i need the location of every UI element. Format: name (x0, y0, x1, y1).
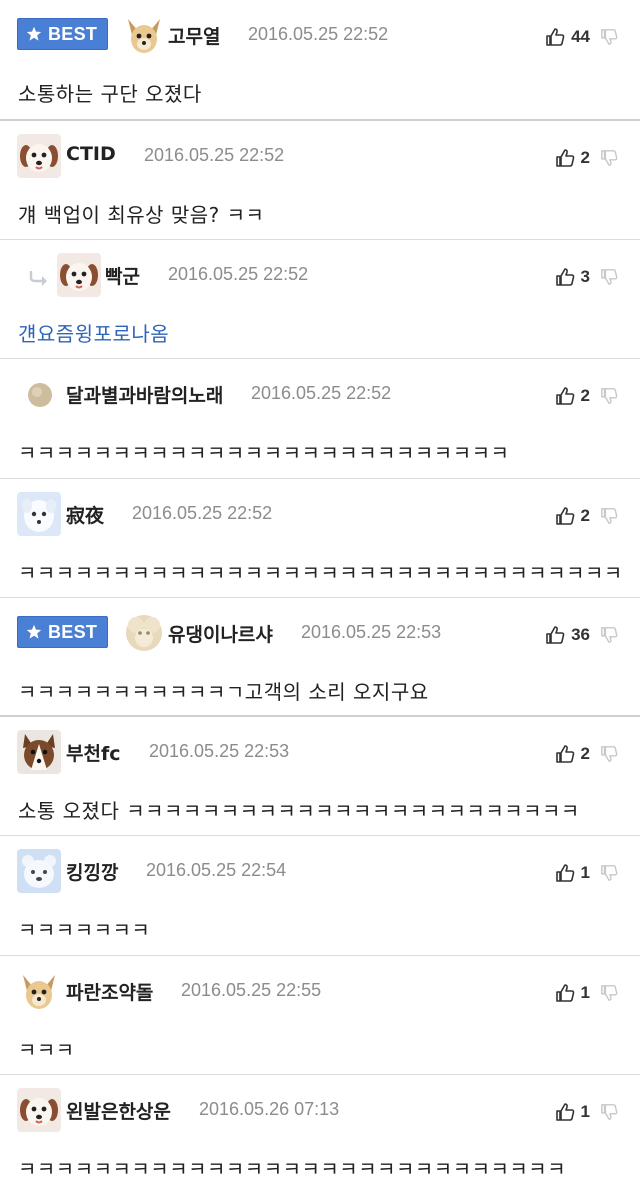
thumbs-up-icon (555, 1102, 581, 1122)
like-button[interactable]: 2 (555, 147, 590, 169)
comment-list: BEST 고무열 2016.05.25 22:52 44 소통하는 구단 오졌다 CTID… (0, 0, 640, 1178)
like-count: 1 (580, 983, 590, 1002)
thumbs-down-icon[interactable] (600, 864, 618, 882)
comment-text: 걔 백업이 최유상 맞음? ㅋㅋ (18, 203, 265, 227)
like-count: 1 (580, 863, 590, 882)
dog-avatar[interactable] (17, 1088, 61, 1132)
nickname[interactable]: 파란조약돌 (66, 978, 153, 1005)
like-count: 2 (580, 506, 590, 525)
like-button[interactable]: 1 (555, 982, 590, 1004)
fluffy-avatar[interactable] (122, 611, 166, 655)
like-button[interactable]: 44 (545, 26, 590, 48)
thumbs-down-icon[interactable] (600, 149, 618, 167)
thumbs-up-icon (555, 983, 581, 1003)
like-button[interactable]: 2 (555, 385, 590, 407)
best-badge: BEST (17, 616, 108, 648)
comment-text: 소통하는 구단 오졌다 (18, 82, 202, 106)
comment-date: 2016.05.25 22:52 (144, 145, 285, 165)
bear-avatar[interactable] (17, 849, 61, 893)
comment-text: ㅋㅋㅋㅋㅋㅋㅋㅋㅋㅋㅋㅋㅋㅋㅋㅋㅋㅋㅋㅋㅋㅋㅋㅋㅋㅋㅋㅋㅋㅋㅋㅋ (18, 561, 623, 585)
nickname[interactable]: 왼발은한상운 (66, 1097, 171, 1124)
round-avatar[interactable] (18, 372, 62, 416)
comment: 부천fc 2016.05.25 22:53 2 소통 오졌다 ㅋㅋㅋㅋㅋㅋㅋㅋㅋㅋㅋㅋ… (0, 717, 640, 836)
thumbs-down-icon[interactable] (600, 507, 618, 525)
comment-date: 2016.05.25 22:52 (251, 383, 392, 403)
comment: 寂夜 2016.05.25 22:52 2 ㅋㅋㅋㅋㅋㅋㅋㅋㅋㅋㅋㅋㅋㅋㅋㅋㅋㅋㅋㅋㅋ… (0, 479, 640, 598)
like-count: 36 (571, 625, 590, 644)
dog-avatar[interactable] (57, 253, 101, 297)
like-count: 2 (580, 386, 590, 405)
star-icon (26, 624, 42, 639)
nickname[interactable]: 寂夜 (66, 501, 104, 528)
like-count: 2 (580, 148, 590, 167)
comment-text[interactable]: 걘요즘윙포로나옴 (18, 318, 169, 347)
like-button[interactable]: 36 (545, 624, 590, 646)
comment: CTID 2016.05.25 22:52 2 걔 백업이 최유상 맞음? ㅋㅋ (0, 121, 640, 240)
comment-text: ㅋㅋㅋㅋㅋㅋㅋㅋㅋㅋㅋㅋㅋㅋㅋㅋㅋㅋㅋㅋㅋㅋㅋㅋㅋㅋ (18, 441, 510, 465)
comment: 킹낑깡 2016.05.25 22:54 1 ㅋㅋㅋㅋㅋㅋㅋ (0, 836, 640, 956)
comment-date: 2016.05.25 22:54 (146, 860, 287, 880)
comment: 파란조약돌 2016.05.25 22:55 1 ㅋㅋㅋ (0, 956, 640, 1075)
like-count: 44 (571, 27, 590, 46)
thumbs-down-icon[interactable] (600, 268, 618, 286)
like-button[interactable]: 1 (555, 862, 590, 884)
like-button[interactable]: 1 (555, 1101, 590, 1123)
thumbs-down-icon[interactable] (600, 984, 618, 1002)
reply-comment: 빡군 2016.05.25 22:52 3 걘요즘윙포로나옴 (0, 240, 640, 359)
thumbs-up-icon (555, 267, 581, 287)
like-count: 1 (580, 1102, 590, 1121)
comment-date: 2016.05.25 22:55 (181, 980, 322, 1000)
thumbs-down-icon[interactable] (600, 387, 618, 405)
comment-date: 2016.05.25 22:52 (168, 264, 309, 284)
thumbs-down-icon[interactable] (600, 28, 618, 46)
comment: 달과별과바람의노래 2016.05.25 22:52 2 ㅋㅋㅋㅋㅋㅋㅋㅋㅋㅋㅋㅋㅋㅋ… (0, 359, 640, 479)
thumbs-up-icon (555, 386, 581, 406)
thumbs-down-icon[interactable] (600, 1103, 618, 1121)
like-button[interactable]: 2 (555, 743, 590, 765)
comment-text: ㅋㅋㅋㅋㅋㅋㅋㅋㅋㅋㅋㄱ고객의 소리 오지구요 (18, 680, 429, 704)
chihuahua-avatar[interactable] (122, 13, 166, 57)
comment-date: 2016.05.26 07:13 (199, 1099, 340, 1119)
comment-text: 소통 오졌다 ㅋㅋㅋㅋㅋㅋㅋㅋㅋㅋㅋㅋㅋㅋㅋㅋㅋㅋㅋㅋㅋㅋㅋㅋ (18, 799, 580, 823)
comment-date: 2016.05.25 22:53 (301, 622, 442, 642)
thumbs-down-icon[interactable] (600, 745, 618, 763)
nickname[interactable]: 빡군 (105, 262, 140, 289)
nickname[interactable]: 달과별과바람의노래 (66, 381, 223, 408)
thumbs-down-icon[interactable] (600, 626, 618, 644)
comment: 왼발은한상운 2016.05.26 07:13 1 ㅋㅋㅋㅋㅋㅋㅋㅋㅋㅋㅋㅋㅋㅋㅋㅋㅋ… (0, 1075, 640, 1178)
nickname[interactable]: CTID (66, 143, 116, 165)
thumbs-up-icon (545, 27, 571, 47)
chihuahua-avatar[interactable] (17, 969, 61, 1013)
thumbs-up-icon (555, 506, 581, 526)
nickname[interactable]: 킹낑깡 (66, 858, 118, 885)
dog-avatar[interactable] (17, 134, 61, 178)
comment-text: ㅋㅋㅋ (18, 1038, 75, 1062)
reply-arrow-icon (29, 271, 47, 286)
comment-date: 2016.05.25 22:52 (132, 503, 273, 523)
white-dog-avatar[interactable] (17, 492, 61, 536)
like-button[interactable]: 3 (555, 266, 590, 288)
thumbs-up-icon (555, 744, 581, 764)
comment-date: 2016.05.25 22:53 (149, 741, 290, 761)
best-comment: BEST 고무열 2016.05.25 22:52 44 소통하는 구단 오졌다 (0, 0, 640, 121)
husky-avatar[interactable] (17, 730, 61, 774)
best-badge-label: BEST (48, 622, 98, 642)
nickname[interactable]: 부천fc (66, 739, 121, 766)
thumbs-up-icon (555, 863, 581, 883)
like-button[interactable]: 2 (555, 505, 590, 527)
star-icon (26, 26, 42, 41)
comment-date: 2016.05.25 22:52 (248, 24, 389, 44)
nickname[interactable]: 유댕이나르샤 (168, 620, 273, 647)
nickname[interactable]: 고무열 (168, 22, 220, 49)
thumbs-up-icon (545, 625, 571, 645)
best-comment: BEST 유댕이나르샤 2016.05.25 22:53 36 ㅋㅋㅋㅋㅋㅋㅋㅋㅋㅋㅋㄱ… (0, 598, 640, 717)
comment-text: ㅋㅋㅋㅋㅋㅋㅋㅋㅋㅋㅋㅋㅋㅋㅋㅋㅋㅋㅋㅋㅋㅋㅋㅋㅋㅋㅋㅋㅋ (18, 1157, 567, 1178)
like-count: 3 (580, 267, 590, 286)
thumbs-up-icon (555, 148, 581, 168)
best-badge-label: BEST (48, 24, 98, 44)
comment-text: ㅋㅋㅋㅋㅋㅋㅋ (18, 918, 151, 942)
best-badge: BEST (17, 18, 108, 50)
like-count: 2 (580, 744, 590, 763)
